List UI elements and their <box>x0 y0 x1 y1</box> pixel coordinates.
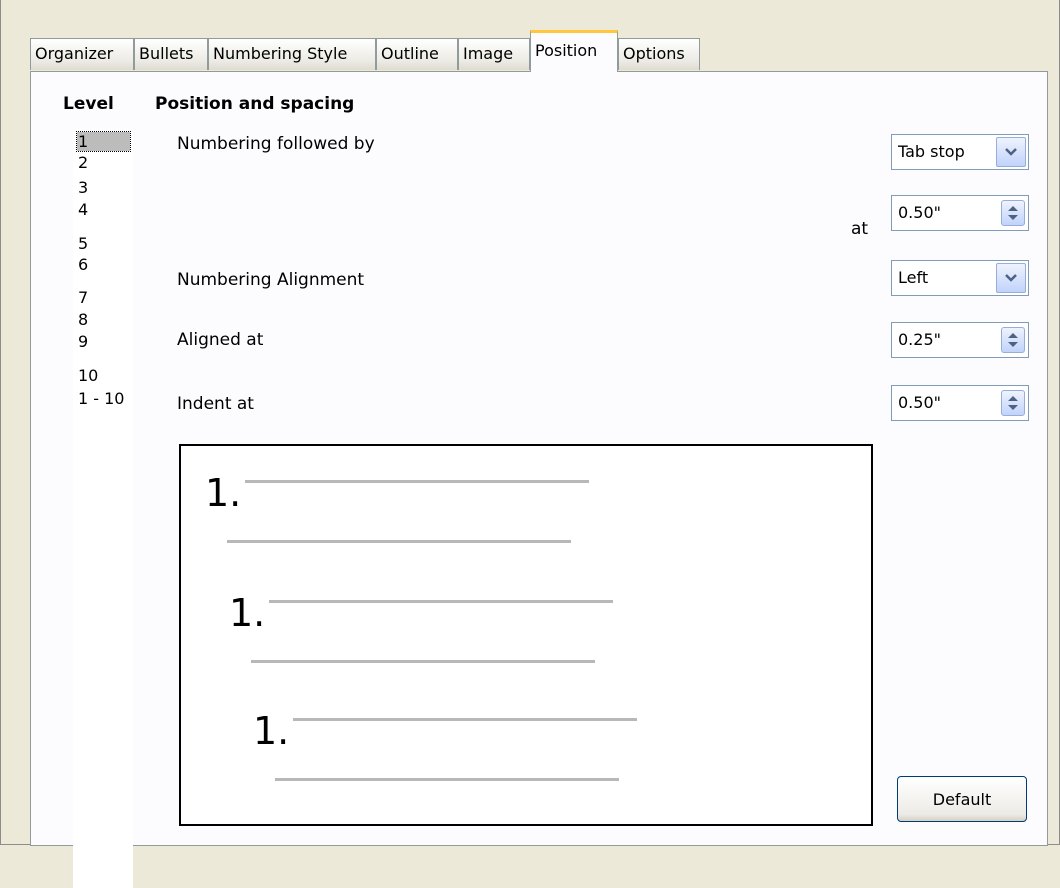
preview-line <box>293 718 637 721</box>
indent-at-spin-field[interactable]: 0.50" <box>891 385 1029 421</box>
level-item-10[interactable]: 10 <box>78 366 98 385</box>
tab-bullets[interactable]: Bullets <box>134 38 208 70</box>
level-item-2[interactable]: 2 <box>78 153 88 172</box>
indent-at-label: Indent at <box>177 394 254 414</box>
position-spacing-heading: Position and spacing <box>155 94 355 114</box>
aligned-at-label: Aligned at <box>177 330 264 350</box>
preview-number-level-2: 1. <box>229 591 266 635</box>
level-item-9[interactable]: 9 <box>78 332 88 351</box>
tab-panel-position: Level 1 2 3 4 5 6 7 8 9 10 1 - 10 Positi… <box>30 71 1048 888</box>
preview-line <box>275 778 619 781</box>
level-list[interactable]: 1 2 3 4 5 6 7 8 9 10 1 - 10 <box>73 131 133 888</box>
preview-number-level-1: 1. <box>205 471 242 515</box>
chevron-down-icon[interactable] <box>996 263 1026 293</box>
level-item-1[interactable]: 1 <box>76 131 131 152</box>
tab-image[interactable]: Image <box>458 38 530 70</box>
tab-outline[interactable]: Outline <box>376 38 458 70</box>
preview-line <box>251 660 595 663</box>
default-button[interactable]: Default <box>897 776 1027 822</box>
aligned-at-spin-field[interactable]: 0.25" <box>891 322 1029 358</box>
spin-arrows-icon[interactable] <box>1001 200 1025 226</box>
numbering-alignment-label: Numbering Alignment <box>177 270 365 290</box>
tab-numbering-style[interactable]: Numbering Style <box>208 38 376 70</box>
level-item-all[interactable]: 1 - 10 <box>78 389 124 408</box>
tab-options[interactable]: Options <box>618 38 700 70</box>
indent-at-value: 0.50" <box>898 393 941 412</box>
level-heading: Level <box>63 94 114 114</box>
at-label: at <box>851 219 869 239</box>
chevron-down-icon[interactable] <box>996 137 1026 167</box>
spin-arrows-icon[interactable] <box>1001 390 1025 416</box>
at-spin-field[interactable]: 0.50" <box>891 195 1029 231</box>
level-item-6[interactable]: 6 <box>78 255 88 274</box>
level-item-4[interactable]: 4 <box>78 200 88 219</box>
aligned-at-value: 0.25" <box>898 330 941 349</box>
numbering-followed-by-value: Tab stop <box>898 142 965 161</box>
preview-line <box>269 600 613 603</box>
level-item-5[interactable]: 5 <box>78 234 88 253</box>
level-item-7[interactable]: 7 <box>78 288 88 307</box>
at-value: 0.50" <box>898 203 941 222</box>
preview-line <box>245 480 589 483</box>
preview-line <box>227 540 571 543</box>
level-item-3[interactable]: 3 <box>78 178 88 197</box>
tab-position[interactable]: Position <box>530 30 618 72</box>
preview-number-level-3: 1. <box>253 709 290 753</box>
tab-organizer[interactable]: Organizer <box>30 38 134 70</box>
level-item-8[interactable]: 8 <box>78 310 88 329</box>
numbering-alignment-value: Left <box>898 268 929 287</box>
spin-arrows-icon[interactable] <box>1001 327 1025 353</box>
numbering-alignment-dropdown[interactable]: Left <box>891 260 1029 296</box>
numbering-preview: 1. 1. 1. <box>179 444 873 826</box>
numbering-followed-by-dropdown[interactable]: Tab stop <box>891 134 1029 170</box>
numbering-followed-by-label: Numbering followed by <box>177 134 375 154</box>
